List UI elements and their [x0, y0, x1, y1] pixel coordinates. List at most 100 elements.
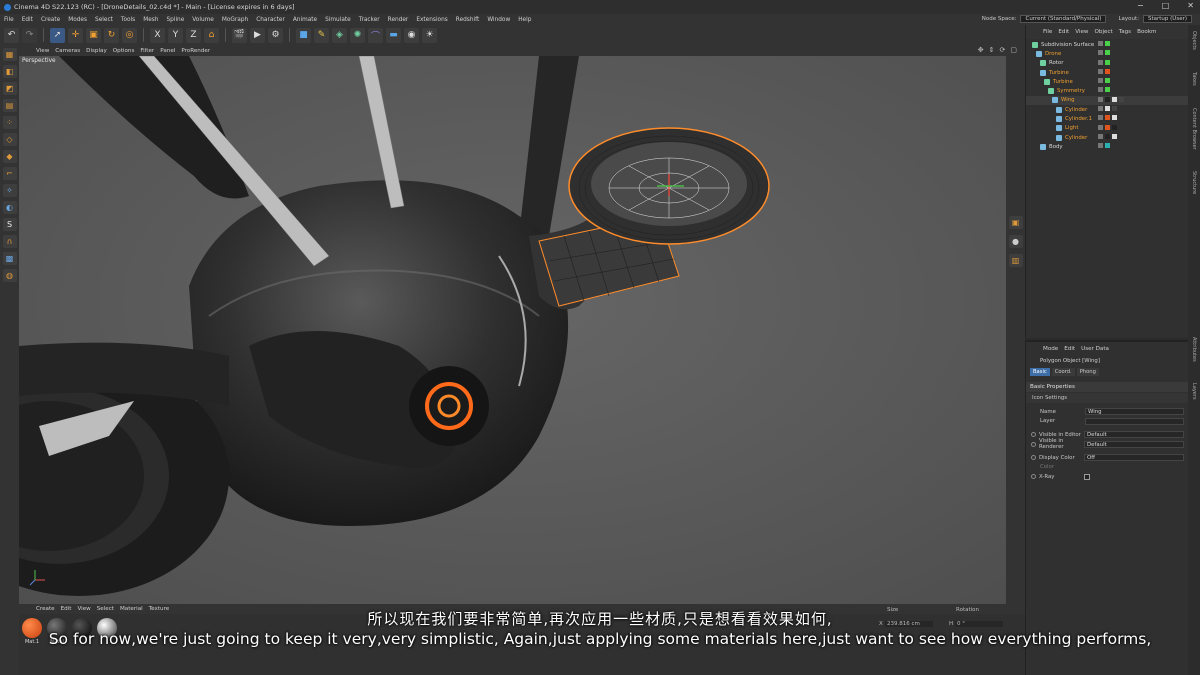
undo-icon[interactable]: ↶	[4, 27, 19, 43]
visibility-flag[interactable]	[1098, 143, 1103, 149]
object-menu-bookmarks[interactable]: Bookm	[1134, 29, 1159, 35]
material-tag-icon[interactable]	[1112, 106, 1117, 112]
side-tab-content-browser[interactable]: Content Browser	[1191, 108, 1197, 150]
render-preview-icon[interactable]: ▣	[1008, 216, 1023, 229]
material-menu-material[interactable]: Material	[117, 606, 146, 612]
visibility-flag[interactable]	[1098, 78, 1103, 84]
workplane-lock-icon[interactable]: ▩	[2, 252, 17, 265]
menu-edit[interactable]: Edit	[18, 17, 37, 23]
material-menu-create[interactable]: Create	[33, 606, 58, 612]
object-row[interactable]: Symmetry	[1026, 86, 1188, 95]
light-icon[interactable]: ☀	[422, 27, 437, 43]
attribute-menu-user-data[interactable]: User Data	[1078, 346, 1112, 352]
x-axis-lock-icon[interactable]: X	[150, 27, 165, 43]
layout-dropdown[interactable]: Startup (User)	[1143, 15, 1192, 23]
polygons-mode-icon[interactable]: ◆	[2, 150, 17, 163]
menu-file[interactable]: File	[0, 17, 18, 23]
side-tab-structure[interactable]: Structure	[1191, 171, 1197, 194]
material-swatch[interactable]	[96, 618, 118, 645]
material-tag-icon[interactable]	[1105, 133, 1110, 139]
model-mode-icon[interactable]: ◧	[2, 65, 17, 78]
icon-settings-group[interactable]: Icon Settings	[1026, 393, 1188, 403]
menu-character[interactable]: Character	[252, 17, 289, 23]
bend-deformer-icon[interactable]: ⌒	[368, 27, 383, 43]
animation-dot-icon[interactable]	[1031, 432, 1036, 438]
side-tab-attributes[interactable]: Attributes	[1191, 337, 1197, 362]
magnet-icon[interactable]: ∩	[2, 235, 17, 248]
viewport-menu-view[interactable]: View	[33, 48, 52, 54]
render-view-icon[interactable]: ▶	[250, 27, 265, 43]
menu-spline[interactable]: Spline	[162, 17, 188, 23]
menu-extensions[interactable]: Extensions	[412, 17, 451, 23]
name-input[interactable]: Wing	[1085, 408, 1184, 416]
visibility-flag[interactable]	[1098, 59, 1103, 65]
tab-basic[interactable]: Basic	[1030, 368, 1050, 376]
y-axis-lock-icon[interactable]: Y	[168, 27, 183, 43]
object-menu-edit[interactable]: Edit	[1055, 29, 1072, 35]
menu-render[interactable]: Render	[384, 17, 413, 23]
material-swatch[interactable]	[71, 618, 93, 645]
axis-mode-icon[interactable]: ⌐	[2, 167, 17, 180]
viewport-menu-prorender[interactable]: ProRender	[178, 48, 213, 54]
subdivision-generator-icon[interactable]: ◈	[332, 27, 347, 43]
render-region-icon[interactable]: 🎬	[232, 27, 247, 43]
edges-mode-icon[interactable]: ◇	[2, 133, 17, 146]
tab-coord[interactable]: Coord.	[1051, 368, 1075, 376]
viewport-maximize-icon[interactable]: ▢	[1010, 46, 1017, 54]
close-button[interactable]: ✕	[1187, 1, 1194, 10]
visibility-flag[interactable]	[1098, 87, 1103, 93]
visibility-flag[interactable]	[1098, 41, 1103, 46]
rotation-h-field[interactable]: 0 °	[955, 621, 1003, 627]
animation-dot-icon[interactable]	[1031, 441, 1036, 447]
menu-tracker[interactable]: Tracker	[355, 17, 384, 23]
animation-dot-icon[interactable]	[1031, 455, 1036, 461]
menu-volume[interactable]: Volume	[188, 17, 218, 23]
material-menu-edit[interactable]: Edit	[58, 606, 75, 612]
xray-checkbox[interactable]	[1084, 473, 1090, 480]
visible-renderer-dropdown[interactable]: Default	[1084, 440, 1184, 448]
viewport-menu-options[interactable]: Options	[110, 48, 138, 54]
visibility-flag[interactable]	[1098, 133, 1103, 139]
object-row[interactable]: Subdivision Surface	[1026, 40, 1188, 49]
tab-phong[interactable]: Phong	[1076, 368, 1099, 376]
viewport-menu-filter[interactable]: Filter	[137, 48, 157, 54]
make-editable-icon[interactable]: ▦	[2, 48, 17, 61]
material-tag-icon[interactable]	[1105, 115, 1110, 121]
object-row[interactable]: Drone	[1026, 49, 1188, 58]
material-tag-icon[interactable]	[1112, 133, 1117, 139]
material-menu-texture[interactable]: Texture	[146, 606, 172, 612]
cube-primitive-icon[interactable]: ■	[296, 27, 311, 43]
material-tag-icon[interactable]	[1105, 124, 1110, 130]
tweak-mode-icon[interactable]: ✧	[2, 184, 17, 197]
floor-icon[interactable]: ▬	[386, 27, 401, 43]
node-space-dropdown[interactable]: Current (Standard/Physical)	[1020, 15, 1107, 23]
enable-check-icon[interactable]	[1105, 87, 1110, 93]
menu-select[interactable]: Select	[91, 17, 117, 23]
display-color-dropdown[interactable]: Off	[1084, 454, 1184, 462]
maximize-button[interactable]: □	[1162, 1, 1170, 10]
rotate-tool-icon[interactable]: ↻	[104, 27, 119, 43]
enable-check-icon[interactable]	[1105, 59, 1110, 65]
viewport-menu-cameras[interactable]: Cameras	[52, 48, 83, 54]
visibility-flag[interactable]	[1098, 96, 1103, 102]
object-menu-tags[interactable]: Tags	[1116, 29, 1134, 35]
size-x-field[interactable]: 239.816 cm	[885, 621, 933, 627]
material-tag-icon[interactable]	[1105, 96, 1110, 102]
texture-mode-icon[interactable]: ◩	[2, 82, 17, 95]
material-menu-select[interactable]: Select	[94, 606, 117, 612]
scale-tool-icon[interactable]: ▣	[86, 27, 101, 43]
viewport-rotate-icon[interactable]: ⟳	[1000, 46, 1006, 54]
material-tag-icon[interactable]	[1105, 68, 1110, 74]
material-menu-view[interactable]: View	[74, 606, 93, 612]
visibility-flag[interactable]	[1098, 124, 1103, 130]
menu-mograph[interactable]: MoGraph	[218, 17, 252, 23]
material-swatch[interactable]: Metal	[46, 618, 68, 645]
cloner-icon[interactable]: ✺	[350, 27, 365, 43]
object-row[interactable]: Rotor	[1026, 59, 1188, 68]
quantize-icon[interactable]: ◍	[2, 269, 17, 282]
redo-icon[interactable]: ↷	[22, 27, 37, 43]
material-tag-icon[interactable]	[1105, 143, 1110, 149]
visibility-flag[interactable]	[1098, 115, 1103, 121]
object-row[interactable]: Wing	[1026, 95, 1188, 106]
object-row[interactable]: Turbine	[1026, 68, 1188, 77]
